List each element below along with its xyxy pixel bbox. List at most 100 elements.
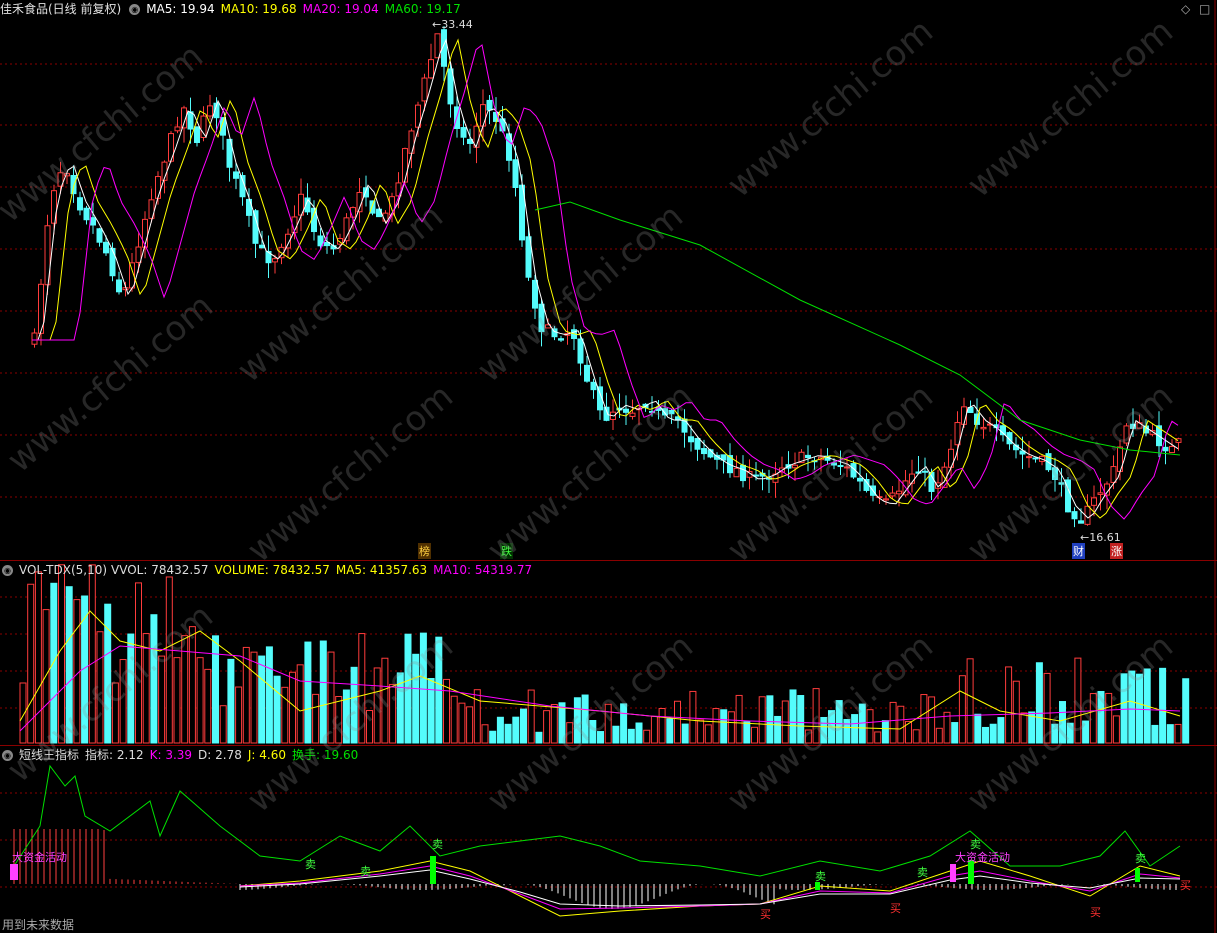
volume-bar: [851, 714, 859, 744]
volume-bar: [535, 731, 543, 744]
candle: [369, 200, 376, 216]
volume-bar: [1120, 673, 1128, 744]
circle-settings-icon[interactable]: ◉: [129, 4, 141, 15]
candlestick-chart[interactable]: [0, 0, 1217, 560]
volume-bar: [242, 646, 250, 744]
candle: [428, 43, 434, 80]
candle: [766, 469, 772, 494]
candle: [1052, 457, 1058, 492]
candle: [1117, 439, 1123, 481]
volume-bar: [504, 723, 512, 744]
candle: [298, 178, 304, 231]
volume-bar: [427, 677, 435, 744]
candle: [44, 214, 51, 295]
volume-bar: [250, 651, 258, 744]
volume-bar: [1005, 666, 1013, 744]
indicator-label-buy: 买: [890, 902, 901, 915]
candle: [155, 171, 161, 205]
volume-bar: [1051, 723, 1059, 744]
indicator-label-sell: 卖: [815, 870, 826, 883]
indicator-label-sell: 卖: [917, 866, 928, 879]
j-label: J: 4.60: [247, 748, 286, 762]
candle: [122, 281, 129, 297]
volume-bar: [881, 720, 889, 744]
candle: [1084, 494, 1091, 526]
candle: [239, 172, 246, 206]
volume-bar: [520, 708, 527, 744]
volume-bar: [358, 633, 366, 744]
volume-bar: [111, 682, 119, 744]
volume-bar: [566, 722, 574, 744]
circle-settings-icon[interactable]: ◉: [2, 750, 13, 761]
ma60-label: MA60: 19.17: [384, 2, 461, 16]
d-line: [239, 869, 1181, 907]
price-panel[interactable]: 佳禾食品(日线 前复权) ◉ MA5: 19.94 MA10: 19.68 MA20: …: [0, 0, 1217, 560]
volume-bar: [1074, 657, 1082, 744]
candle: [701, 439, 707, 460]
candle: [103, 235, 109, 256]
candle: [207, 94, 213, 120]
volume-panel[interactable]: ◉ VOL-TDX(5,10) VVOL: 78432.57 VOLUME: 7843…: [0, 561, 1217, 745]
candle: [356, 177, 363, 223]
candle: [1123, 423, 1130, 446]
volume-bar: [1105, 692, 1113, 744]
volume-bar: [689, 690, 697, 744]
volume-bar: [389, 683, 397, 744]
volume-bar: [366, 709, 373, 744]
volume-bar: [443, 678, 450, 744]
volume-bar: [450, 695, 458, 744]
candle: [109, 242, 116, 282]
volume-bar: [512, 716, 520, 744]
circle-settings-icon[interactable]: ◉: [2, 565, 13, 576]
indicator-label-sell: 卖: [305, 858, 316, 871]
indicator-label-big-fund-1: 大资金活动: [12, 851, 67, 864]
indicator-chart[interactable]: [0, 746, 1217, 933]
volume-bar: [1082, 720, 1090, 744]
volume-bar: [627, 728, 635, 744]
square-icon[interactable]: □: [1199, 2, 1210, 16]
volume-bar: [50, 582, 58, 744]
ma20-label: MA20: 19.04: [302, 2, 379, 16]
volume-bar: [643, 729, 651, 744]
volume-bar: [1159, 667, 1167, 744]
volume-bar: [727, 711, 735, 744]
signal-bar: [10, 864, 18, 880]
d-label: D: 2.78: [198, 748, 242, 762]
candle: [304, 183, 311, 216]
signal-bar: [1135, 868, 1140, 882]
volume-bar: [489, 730, 497, 744]
indicator-label-sell: 卖: [970, 838, 981, 851]
candle: [668, 408, 675, 424]
volume-bar: [1059, 701, 1066, 744]
volume-bar: [312, 693, 320, 744]
volume-bar: [989, 723, 997, 744]
diamond-icon[interactable]: ◇: [1181, 2, 1190, 16]
indicator-panel[interactable]: ◉ 短线王指标 指标: 2.12 K: 3.39 D: 2.78 J: 4.60 换手: 1…: [0, 746, 1217, 933]
ma60-line: [534, 201, 1181, 456]
volume-bar: [874, 731, 882, 744]
vol-name: VOL-TDX(5,10): [19, 563, 108, 577]
volume-bar: [127, 633, 135, 744]
volume-bar: [920, 694, 928, 744]
volume-bar: [304, 641, 312, 744]
zhibiao-label: 指标: 2.12: [85, 748, 144, 762]
volume-bar: [558, 702, 566, 744]
volume-bar: [612, 725, 620, 744]
volume-bar: [142, 633, 150, 744]
volume-bar: [812, 688, 820, 744]
indicator-label-buy: 买: [1180, 879, 1191, 892]
volume-bar: [65, 586, 73, 744]
volume-bar: [674, 700, 681, 744]
volume-chart[interactable]: [0, 561, 1217, 745]
volume-bar: [620, 703, 628, 744]
candle: [473, 112, 480, 164]
vvol-label: VVOL: 78432.57: [111, 563, 209, 577]
ma5-label: MA5: 19.94: [146, 2, 215, 16]
indicator-label-big-fund-2: 大资金活动: [955, 851, 1010, 864]
tag-zhang: 涨: [1110, 543, 1123, 559]
volume-label: VOLUME: 78432.57: [214, 563, 330, 577]
candle: [954, 411, 961, 461]
indicator-label-buy: 买: [1090, 906, 1101, 919]
stock-title: 佳禾食品(日线 前复权): [0, 2, 122, 16]
volume-bar: [1097, 690, 1105, 744]
